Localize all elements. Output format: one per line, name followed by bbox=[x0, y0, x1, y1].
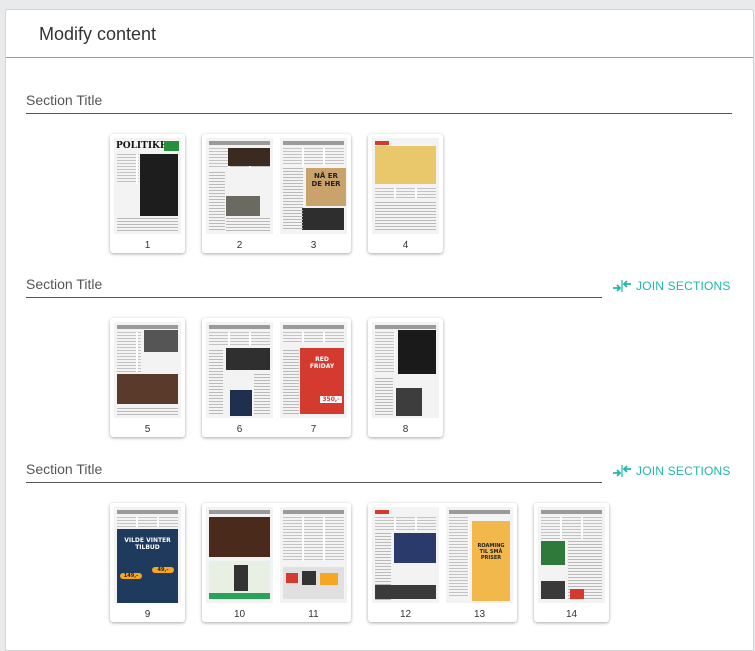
section-title[interactable]: Section Title bbox=[26, 276, 102, 292]
page-number: 13 bbox=[473, 609, 486, 620]
modify-content-panel: Modify content Section Title POLITIKEN 1 bbox=[5, 9, 754, 651]
page-thumbnail bbox=[280, 507, 347, 603]
page-spread-card[interactable]: 10 11 bbox=[202, 503, 351, 622]
page-number: 4 bbox=[402, 240, 409, 251]
section-title-underline bbox=[26, 482, 602, 483]
page-thumbnail bbox=[372, 322, 439, 418]
join-sections-label: JOIN SECTIONS bbox=[636, 464, 731, 478]
page-number: 14 bbox=[565, 609, 578, 620]
page-spread-card[interactable]: 14 bbox=[534, 503, 609, 622]
section-title-underline bbox=[26, 297, 602, 298]
page-number: 12 bbox=[399, 609, 412, 620]
section-title[interactable]: Section Title bbox=[26, 461, 102, 477]
page-spread-card[interactable]: POLITIKEN 1 bbox=[110, 134, 185, 253]
page-thumbnail: VILDE VINTER TILBUD 149,- 49,- bbox=[114, 507, 181, 603]
panel-header: Modify content bbox=[6, 10, 753, 58]
page-spread-card[interactable]: 5 bbox=[110, 318, 185, 437]
price-text: 49,- bbox=[152, 567, 174, 573]
page-thumbnail: ROAMING TIL SMÅ PRISER bbox=[446, 507, 513, 603]
section-title[interactable]: Section Title bbox=[26, 92, 102, 108]
join-sections-label: JOIN SECTIONS bbox=[636, 279, 731, 293]
page-number: 10 bbox=[233, 609, 246, 620]
page-spread-card[interactable]: 12 ROAMING TIL SMÅ PRISER 13 bbox=[368, 503, 517, 622]
page-thumbnail bbox=[114, 322, 181, 418]
page-spread-card[interactable]: 2 NÅ ER DE HER 3 bbox=[202, 134, 351, 253]
page-thumbnail bbox=[206, 322, 273, 418]
join-sections-button[interactable]: JOIN SECTIONS bbox=[612, 279, 731, 293]
headline-text: RED FRIDAY bbox=[309, 356, 335, 370]
page-number: 3 bbox=[310, 240, 317, 251]
headline-text: ROAMING TIL SMÅ PRISER bbox=[477, 543, 505, 561]
page-spread-card[interactable]: VILDE VINTER TILBUD 149,- 49,- 9 bbox=[110, 503, 185, 622]
page-thumbnail: NÅ ER DE HER bbox=[280, 138, 347, 234]
join-sections-button[interactable]: JOIN SECTIONS bbox=[612, 464, 731, 478]
page-number: 1 bbox=[144, 240, 151, 251]
price-text: 350,- bbox=[320, 396, 342, 403]
headline-text: VILDE VINTER TILBUD bbox=[124, 537, 171, 551]
page-number: 6 bbox=[236, 424, 243, 435]
page-number: 11 bbox=[308, 609, 319, 620]
price-text: 149,- bbox=[120, 573, 142, 579]
page-number: 5 bbox=[144, 424, 151, 435]
page-thumbnail bbox=[206, 507, 273, 603]
page-thumbnail bbox=[372, 507, 439, 603]
page-spread-card[interactable]: 6 RED FRIDAY 350,- 7 bbox=[202, 318, 351, 437]
page-number: 8 bbox=[402, 424, 409, 435]
headline-text: NÅ ER DE HER bbox=[311, 172, 341, 188]
page-thumbnail bbox=[538, 507, 605, 603]
page-thumbnail: RED FRIDAY 350,- bbox=[280, 322, 347, 418]
page-thumbnail bbox=[206, 138, 273, 234]
page-number: 2 bbox=[236, 240, 243, 251]
join-arrows-icon bbox=[613, 280, 631, 292]
page-thumbnail: POLITIKEN bbox=[114, 138, 181, 234]
section-title-underline bbox=[26, 113, 732, 114]
page-spread-card[interactable]: 4 bbox=[368, 134, 443, 253]
page-title: Modify content bbox=[39, 24, 157, 44]
join-arrows-icon bbox=[613, 465, 631, 477]
page-number: 9 bbox=[144, 609, 151, 620]
page-number: 7 bbox=[310, 424, 317, 435]
page-spread-card[interactable]: 8 bbox=[368, 318, 443, 437]
page-thumbnail bbox=[372, 138, 439, 234]
